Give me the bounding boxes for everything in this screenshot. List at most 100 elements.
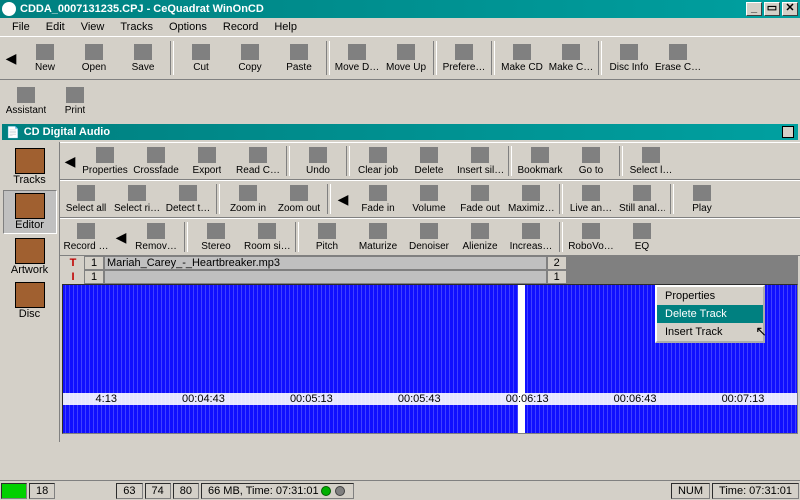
denoiser-label: Denoiser	[409, 241, 449, 252]
increas-button[interactable]: Increas…	[506, 220, 556, 254]
delete-button[interactable]: Delete	[404, 144, 454, 178]
remov-icon	[147, 223, 165, 239]
track2-name[interactable]	[567, 256, 798, 270]
panel-gadget-icon[interactable]	[782, 126, 794, 138]
ctx-insert-track[interactable]: Insert Track	[657, 323, 763, 341]
index2-bar[interactable]	[567, 270, 798, 284]
open-icon	[85, 44, 103, 60]
cut-icon	[192, 44, 210, 60]
makec-button[interactable]: Make C…	[547, 39, 595, 77]
minimize-button[interactable]: _	[746, 2, 762, 16]
selectall-button[interactable]: Select all	[61, 182, 111, 216]
crossfade-button[interactable]: Crossfade	[131, 144, 181, 178]
erase-button[interactable]: Erase C…	[654, 39, 702, 77]
menu-view[interactable]: View	[73, 19, 113, 35]
detect-button[interactable]: Detect t…	[163, 182, 213, 216]
menu-options[interactable]: Options	[161, 19, 215, 35]
nav-tracks-label: Tracks	[13, 174, 46, 186]
prefer-button[interactable]: Prefere…	[440, 39, 488, 77]
fadein-button[interactable]: Fade in	[353, 182, 403, 216]
new-button[interactable]: New	[21, 39, 69, 77]
print-icon	[66, 87, 84, 103]
bookmark-button[interactable]: Bookmark	[515, 144, 565, 178]
eq-button[interactable]: EQ	[617, 220, 667, 254]
menu-edit[interactable]: Edit	[38, 19, 73, 35]
status-dot-grey-icon	[335, 486, 345, 496]
goto-icon	[582, 147, 600, 163]
movedown-button[interactable]: Move D…	[333, 39, 381, 77]
nav-artwork[interactable]: Artwork	[3, 236, 57, 278]
zoomout-button[interactable]: Zoom out	[274, 182, 324, 216]
maximize-button[interactable]: ▭	[764, 2, 780, 16]
side-nav: Tracks EditorArtworkDisc	[0, 142, 60, 442]
editor-toolbar-3: Record …◀Remov… StereoRoom si… PitchMaturi…	[60, 218, 800, 256]
scroll-left-icon[interactable]: ◀	[2, 39, 20, 77]
insertsil-button[interactable]: Insert sil…	[455, 144, 505, 178]
crossfade-label: Crossfade	[133, 165, 179, 176]
roomsi-button[interactable]: Room si…	[242, 220, 292, 254]
moveup-button[interactable]: Move Up	[382, 39, 430, 77]
track1-name[interactable]: Mariah_Carey_-_Heartbreaker.mp3	[104, 256, 547, 270]
zoomin-button[interactable]: Zoom in	[223, 182, 273, 216]
menu-file[interactable]: File	[4, 19, 38, 35]
track2-number[interactable]: 2	[547, 256, 567, 270]
goto-button[interactable]: Go to	[566, 144, 616, 178]
close-button[interactable]: ✕	[782, 2, 798, 16]
select-button[interactable]: Select l…	[626, 144, 676, 178]
cut-button[interactable]: Cut	[177, 39, 225, 77]
zoomout-label: Zoom out	[278, 203, 320, 214]
selectri-button[interactable]: Select ri…	[112, 182, 162, 216]
volume-button[interactable]: Volume	[404, 182, 454, 216]
pitch-button[interactable]: Pitch	[302, 220, 352, 254]
clearjob-button[interactable]: Clear job	[353, 144, 403, 178]
ctx-properties[interactable]: Properties	[657, 287, 763, 305]
open-button[interactable]: Open	[70, 39, 118, 77]
undo-icon	[309, 147, 327, 163]
maximiz-button[interactable]: Maximiz…	[506, 182, 556, 216]
nav-editor[interactable]: Editor	[3, 190, 57, 234]
index1-number[interactable]: 1	[84, 270, 104, 284]
record-button[interactable]: Record …	[61, 220, 111, 254]
undo-button[interactable]: Undo	[293, 144, 343, 178]
fadeout-button[interactable]: Fade out	[455, 182, 505, 216]
denoiser-button[interactable]: Denoiser	[404, 220, 454, 254]
menu-help[interactable]: Help	[266, 19, 305, 35]
track1-number[interactable]: 1	[84, 256, 104, 270]
stereo-button[interactable]: Stereo	[191, 220, 241, 254]
scroll-left-icon[interactable]: ◀	[112, 220, 130, 254]
assistant-button[interactable]: Assistant	[2, 82, 50, 120]
fadein-icon	[369, 185, 387, 201]
print-button[interactable]: Print	[51, 82, 99, 120]
index1-bar[interactable]	[104, 270, 547, 284]
livean-button[interactable]: Live an…	[566, 182, 616, 216]
stillan-button[interactable]: Still anal…	[617, 182, 667, 216]
discinfo-button[interactable]: Disc Info	[605, 39, 653, 77]
new-label: New	[35, 62, 55, 73]
save-button[interactable]: Save	[119, 39, 167, 77]
index2-number[interactable]: 1	[547, 270, 567, 284]
readcd-button[interactable]: Read C…	[233, 144, 283, 178]
makecd-button[interactable]: Make CD	[498, 39, 546, 77]
menu-tracks[interactable]: Tracks	[112, 19, 161, 35]
play-button[interactable]: Play	[677, 182, 727, 216]
scroll-left-icon[interactable]: ◀	[334, 182, 352, 216]
maturize-button[interactable]: Maturize	[353, 220, 403, 254]
ctx-delete-track[interactable]: Delete Track	[657, 305, 763, 323]
scroll-left-icon[interactable]: ◀	[61, 144, 79, 178]
waveform-track1[interactable]	[63, 285, 518, 433]
paste-button[interactable]: Paste	[275, 39, 323, 77]
properties-button[interactable]: Properties	[80, 144, 130, 178]
new-icon	[36, 44, 54, 60]
alienize-button[interactable]: Alienize	[455, 220, 505, 254]
remov-button[interactable]: Remov…	[131, 220, 181, 254]
nav-disc[interactable]: Disc	[3, 280, 57, 322]
zoomout-icon	[290, 185, 308, 201]
nav-tracks[interactable]: Tracks	[3, 146, 57, 188]
copy-icon	[241, 44, 259, 60]
export-button[interactable]: Export	[182, 144, 232, 178]
menu-record[interactable]: Record	[215, 19, 266, 35]
goto-label: Go to	[579, 165, 603, 176]
robovo-button[interactable]: RoboVo…	[566, 220, 616, 254]
waveform-area[interactable]: 🔈 4:1300:04:4300:05:1300:05:4300:06:1300…	[62, 284, 798, 434]
copy-button[interactable]: Copy	[226, 39, 274, 77]
